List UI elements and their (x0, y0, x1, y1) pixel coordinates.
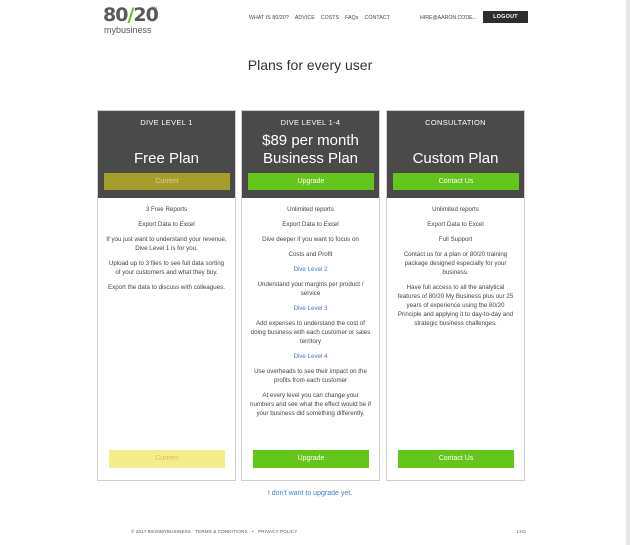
feature-item: Upload up to 3 files to see full data so… (108, 260, 225, 276)
plan-header: CONSULTATION Custom Plan Contact Us (387, 111, 524, 198)
contact-us-button[interactable]: Contact Us (393, 173, 519, 190)
footer-separator: • (252, 529, 254, 534)
plan-level: DIVE LEVEL 1-4 (280, 118, 341, 127)
feature-item: Have full access to all the analytical f… (397, 284, 514, 327)
dive-level-3-link[interactable]: Dive Level 3 (242, 304, 379, 313)
terms-link[interactable]: TERMS & CONDITIONS (195, 529, 247, 534)
feature-item: Understand your margins per product / se… (257, 281, 364, 297)
plan-name: Custom Plan (412, 150, 499, 167)
feature-item: At every level you can change your numbe… (250, 392, 371, 417)
plan-card-custom: CONSULTATION Custom Plan Contact Us Unli… (386, 110, 525, 481)
plan-price: $89 per month (262, 132, 359, 149)
nav-costs[interactable]: COSTS (321, 15, 339, 21)
feature-item: Export the data to discuss with colleagu… (108, 284, 225, 291)
logo-subtitle: mybusiness (104, 25, 152, 35)
current-plan-footer-button[interactable]: Current (109, 450, 225, 468)
plan-features: Unlimited reports Export Data to Excel F… (387, 198, 524, 328)
plan-header: DIVE LEVEL 1 Free Plan Current (98, 111, 235, 198)
nav-what-is-8020[interactable]: WHAT IS 80/20? (249, 15, 289, 21)
current-plan-button[interactable]: Current (104, 173, 230, 190)
main-nav: WHAT IS 80/20? ADVICE COSTS FAQs CONTACT (249, 15, 390, 21)
contact-us-footer-button[interactable]: Contact Us (398, 450, 514, 468)
plan-title: Business Plan (262, 150, 359, 167)
plan-header: DIVE LEVEL 1-4 $89 per month Business Pl… (242, 111, 379, 198)
nav-advice[interactable]: ADVICE (295, 15, 315, 21)
logout-button[interactable]: LOGOUT (483, 11, 528, 23)
feature-item: Unlimited reports (287, 206, 334, 213)
feature-item: Contact us for a plan or 80/20 training … (403, 251, 508, 276)
user-email[interactable]: HIRE@AARON.CODE... (420, 15, 477, 21)
dive-level-2-link[interactable]: Dive Level 2 (242, 265, 379, 274)
copyright: © 2017 80/20MYBUSINESS (131, 529, 191, 534)
feature-item: Unlimited reports (432, 206, 479, 213)
scrollbar[interactable] (626, 0, 630, 545)
feature-item: 3 Free Reports (145, 206, 188, 213)
plan-level: DIVE LEVEL 1 (140, 118, 193, 127)
dive-level-4-link[interactable]: Dive Level 4 (242, 352, 379, 361)
plan-features: Unlimited reports Export Data to Excel D… (242, 198, 379, 418)
nav-faqs[interactable]: FAQs (345, 15, 358, 21)
feature-item: Dive deeper if you want to focus on (262, 236, 359, 243)
plan-name: Free Plan (133, 150, 200, 167)
feature-item: Use overheads to see their impact on the… (254, 368, 367, 384)
privacy-link[interactable]: PRIVACY POLICY (258, 529, 297, 534)
feature-item: Export Data to Excel (138, 221, 195, 228)
feature-item: Full Support (438, 236, 473, 243)
logo-trademark: TM (151, 5, 157, 10)
plan-name: $89 per month Business Plan (242, 132, 379, 168)
page-title: Plans for every user (247, 57, 373, 73)
feature-item: Add expenses to understand the cost of d… (250, 320, 371, 345)
plan-card-business: DIVE LEVEL 1-4 $89 per month Business Pl… (241, 110, 380, 481)
logo[interactable]: 80/20 TM mybusiness (103, 5, 163, 37)
footer-credit: LYO (517, 529, 526, 534)
plan-level: CONSULTATION (425, 118, 486, 127)
feature-item: Costs and Profit (288, 251, 333, 258)
feature-item: Export Data to Excel (427, 221, 484, 228)
upgrade-footer-button[interactable]: Upgrade (253, 450, 369, 468)
nav-contact[interactable]: CONTACT (365, 15, 390, 21)
plan-features: 3 Free Reports Export Data to Excel If y… (98, 198, 235, 292)
feature-item: Export Data to Excel (282, 221, 339, 228)
feature-item: If you just want to understand your reve… (106, 236, 227, 252)
plan-card-free: DIVE LEVEL 1 Free Plan Current 3 Free Re… (97, 110, 236, 481)
footer-links: © 2017 80/20MYBUSINESS TERMS & CONDITION… (131, 529, 300, 534)
upgrade-button[interactable]: Upgrade (248, 173, 374, 190)
skip-upgrade-link[interactable]: I don't want to upgrade yet. (0, 490, 620, 497)
